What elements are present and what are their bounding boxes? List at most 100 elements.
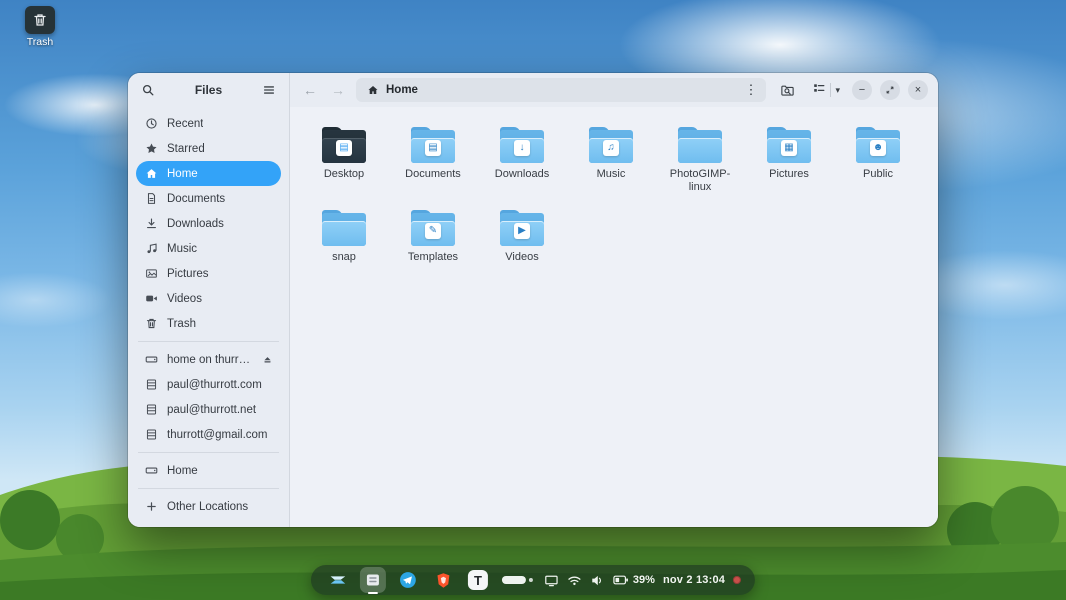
file-tile-public[interactable]: ☻ Public <box>838 127 918 181</box>
zorin-logo-icon <box>329 571 347 589</box>
sidebar-item-home-on-thurrott[interactable]: home on thurrott... <box>136 347 281 372</box>
folder-icon: ✎ <box>410 210 456 246</box>
location-menu-icon[interactable]: ⋮ <box>744 82 757 98</box>
eject-button[interactable] <box>262 354 273 365</box>
search-button[interactable] <box>138 80 158 100</box>
sidebar-item-account-thurrott-net[interactable]: paul@thurrott.net <box>136 397 281 422</box>
battery-icon <box>613 574 629 586</box>
sidebar-item-trash[interactable]: Trash <box>136 311 281 336</box>
dock-app-zorin-menu[interactable] <box>325 567 351 593</box>
plus-icon <box>144 500 159 513</box>
battery-percent: 39% <box>633 574 655 586</box>
harddrive-icon <box>144 353 159 366</box>
system-tray: 39% nov 2 13:04 <box>544 573 741 588</box>
download-icon <box>144 217 159 230</box>
sidebar-list: Recent Starred Home <box>128 107 289 527</box>
file-tile-photogimp[interactable]: PhotoGIMP-linux <box>660 127 740 194</box>
divider <box>138 341 279 342</box>
list-view-icon <box>812 81 826 100</box>
close-button[interactable]: × <box>908 80 928 100</box>
folder-emblem-icon: ▶ <box>514 223 530 239</box>
window-toolbar: ← → Home ⋮ <box>290 73 938 107</box>
chevron-down-icon: ▾ <box>835 85 840 96</box>
sidebar-item-downloads[interactable]: Downloads <box>136 211 281 236</box>
text-editor-icon: T <box>474 573 482 588</box>
remote-server-icon <box>144 428 159 441</box>
minimize-button[interactable]: − <box>852 80 872 100</box>
file-tile-videos[interactable]: ▶ Videos <box>482 210 562 264</box>
maximize-button[interactable] <box>880 80 900 100</box>
sidebar-header: Files <box>128 73 289 107</box>
sidebar-item-home-volume[interactable]: Home <box>136 458 281 483</box>
folder-icon: ▦ <box>766 127 812 163</box>
folder-icon: ♫ <box>588 127 634 163</box>
folder-emblem-icon: ▦ <box>781 140 797 156</box>
sidebar-item-videos[interactable]: Videos <box>136 286 281 311</box>
telegram-icon <box>399 571 417 589</box>
folder-icon: ☻ <box>855 127 901 163</box>
sidebar-item-account-gmail[interactable]: thurrott@gmail.com <box>136 422 281 447</box>
clock[interactable]: nov 2 13:04 <box>663 574 725 586</box>
file-tile-music[interactable]: ♫ Music <box>571 127 651 181</box>
brave-icon <box>434 572 451 589</box>
wifi-icon[interactable] <box>567 573 582 588</box>
dock-app-text-editor[interactable]: T <box>468 570 488 590</box>
folder-icon <box>321 210 367 246</box>
file-tile-downloads[interactable]: ↓ Downloads <box>482 127 562 181</box>
trash-desktop-icon[interactable]: Trash <box>14 6 66 48</box>
trash-icon <box>25 6 55 34</box>
folder-icon: ▤ <box>321 127 367 163</box>
file-tile-desktop[interactable]: ▤ Desktop <box>304 127 384 181</box>
divider <box>138 488 279 489</box>
sidebar-item-pictures[interactable]: Pictures <box>136 261 281 286</box>
forward-button[interactable]: → <box>328 82 348 98</box>
folder-emblem-icon: ☻ <box>870 140 886 156</box>
view-options-button[interactable]: ▾ <box>808 78 844 102</box>
battery-indicator[interactable]: 39% <box>613 574 655 586</box>
harddrive-icon <box>144 464 159 477</box>
file-tile-pictures[interactable]: ▦ Pictures <box>749 127 829 181</box>
location-bar[interactable]: Home ⋮ <box>356 78 766 102</box>
desktop: Trash Files <box>0 0 1066 600</box>
folder-emblem-icon: ▤ <box>336 140 352 156</box>
sidebar-item-other-locations[interactable]: Other Locations <box>136 494 281 519</box>
sidebar-item-recent[interactable]: Recent <box>136 111 281 136</box>
folder-emblem-icon: ▤ <box>425 140 441 156</box>
folder-emblem-icon: ↓ <box>514 140 530 156</box>
video-camera-icon <box>144 292 159 305</box>
divider <box>830 83 831 97</box>
home-icon <box>365 84 380 96</box>
dock-app-files[interactable] <box>360 567 386 593</box>
sidebar-item-documents[interactable]: Documents <box>136 186 281 211</box>
file-tile-documents[interactable]: ▤ Documents <box>393 127 473 181</box>
pill-indicator <box>502 576 533 584</box>
divider <box>138 452 279 453</box>
trash-label: Trash <box>14 36 66 48</box>
folder-icon <box>677 127 723 163</box>
file-tile-snap[interactable]: snap <box>304 210 384 264</box>
sidebar-item-starred[interactable]: Starred <box>136 136 281 161</box>
display-icon[interactable] <box>544 573 559 588</box>
sidebar-item-account-thurrott-com[interactable]: paul@thurrott.com <box>136 372 281 397</box>
sidebar-item-home[interactable]: Home <box>136 161 281 186</box>
file-grid: ▤ Desktop ▤ Documents ↓ Downloads ♫ <box>290 107 938 527</box>
folder-icon: ▤ <box>410 127 456 163</box>
document-icon <box>144 192 159 205</box>
location-label: Home <box>386 84 418 96</box>
folder-icon: ↓ <box>499 127 545 163</box>
remote-server-icon <box>144 378 159 391</box>
window-title: Files <box>164 83 253 97</box>
back-button[interactable]: ← <box>300 82 320 98</box>
files-window: Files Recent <box>128 73 938 527</box>
dock-app-telegram[interactable] <box>395 567 421 593</box>
trash-icon <box>144 317 159 330</box>
file-tile-templates[interactable]: ✎ Templates <box>393 210 473 264</box>
menu-icon[interactable] <box>259 80 279 100</box>
folder-emblem-icon: ✎ <box>425 223 441 239</box>
search-files-button[interactable] <box>774 78 800 102</box>
sidebar-item-music[interactable]: Music <box>136 236 281 261</box>
main-pane: ← → Home ⋮ <box>290 73 938 527</box>
status-dot <box>733 576 741 584</box>
volume-icon[interactable] <box>590 573 605 588</box>
dock-app-brave[interactable] <box>430 567 456 593</box>
